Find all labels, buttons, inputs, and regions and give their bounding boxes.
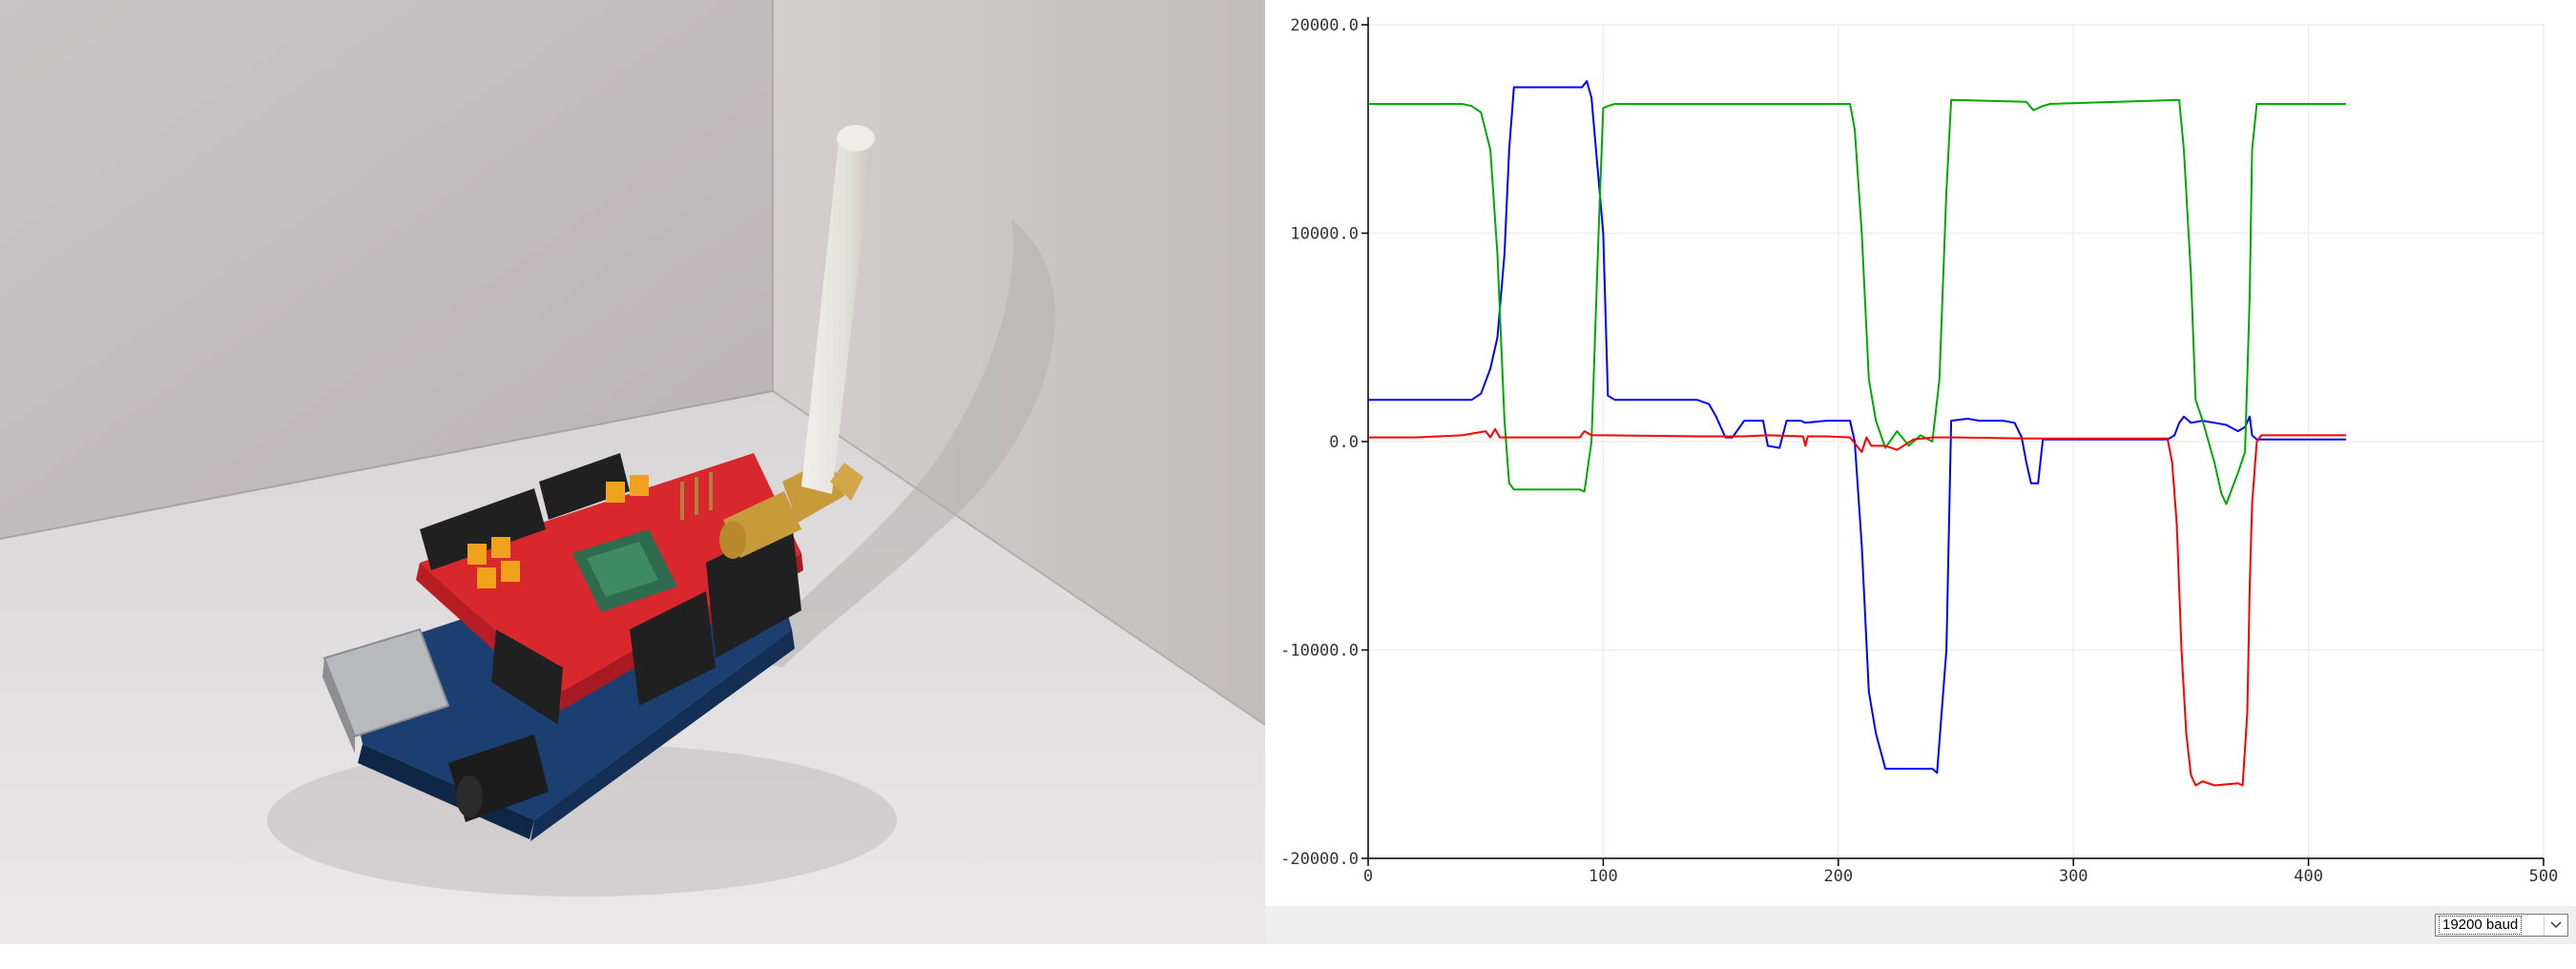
x-tick-label: 300 xyxy=(2059,867,2088,886)
y-tick-label: 20000.0 xyxy=(1290,16,1359,35)
serial-plot-chart: -20000.0 -10000.0 0.0 10000.0 20000.0 0 100 200… xyxy=(1280,16,2558,886)
serial-plotter-window: -20000.0 -10000.0 0.0 10000.0 20000.0 0 100 200… xyxy=(1265,0,2576,969)
x-tick-label: 100 xyxy=(1589,867,1618,886)
x-tick-label: 400 xyxy=(2294,867,2323,886)
plotter-bottom-bar: 19200 baud xyxy=(1265,906,2576,944)
axes: -20000.0 -10000.0 0.0 10000.0 20000.0 0 100 200… xyxy=(1280,16,2558,886)
chevron-down-icon[interactable] xyxy=(2544,915,2567,936)
series-green-line xyxy=(1368,98,2346,505)
y-tick-label: -10000.0 xyxy=(1280,642,1359,661)
series-blue-line xyxy=(1368,80,2346,774)
x-tick-label: 200 xyxy=(1823,867,1853,886)
photo-illustration xyxy=(0,0,1265,944)
y-tick-label: 0.0 xyxy=(1329,433,1359,452)
y-tick-label: -20000.0 xyxy=(1280,850,1359,869)
grid xyxy=(1367,24,2545,859)
x-tick-label: 0 xyxy=(1363,867,1373,886)
y-tick-label: 10000.0 xyxy=(1290,225,1359,244)
x-tick-label: 500 xyxy=(2529,867,2559,886)
series-lines xyxy=(1368,80,2346,787)
baud-rate-value: 19200 baud xyxy=(2439,916,2523,935)
baud-rate-dropdown[interactable]: 19200 baud xyxy=(2435,914,2568,937)
arduino-lora-shield-photo xyxy=(0,0,1265,944)
